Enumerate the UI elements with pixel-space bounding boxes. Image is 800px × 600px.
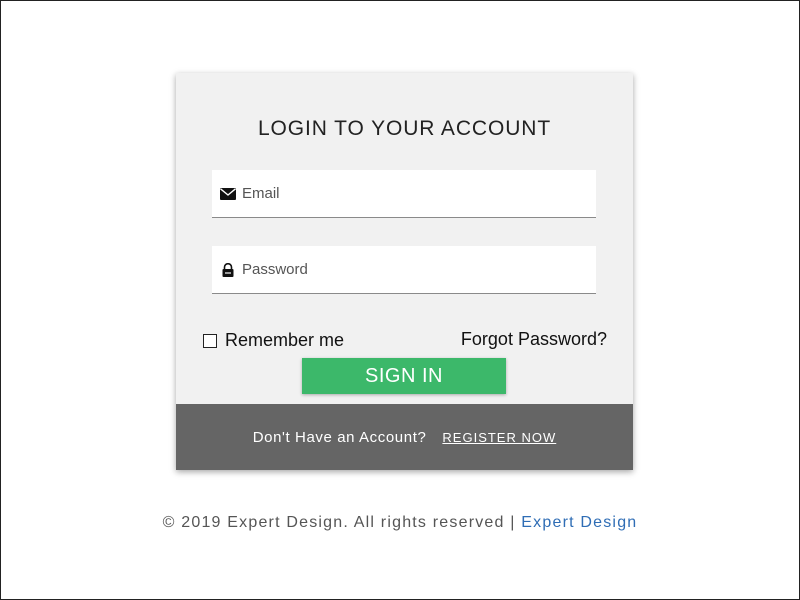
envelope-icon bbox=[220, 188, 236, 200]
lock-icon bbox=[222, 263, 234, 277]
remember-checkbox[interactable] bbox=[203, 333, 217, 348]
register-band: Don't Have an Account? REGISTER NOW bbox=[176, 404, 633, 470]
login-card: LOGIN TO YOUR ACCOUNT Remember me Forgot… bbox=[176, 73, 633, 470]
password-input[interactable] bbox=[242, 246, 582, 292]
register-prompt: Don't Have an Account? bbox=[252, 428, 427, 446]
register-link[interactable]: REGISTER NOW bbox=[442, 430, 556, 445]
email-field[interactable] bbox=[212, 170, 596, 218]
forgot-password-link[interactable]: Forgot Password? bbox=[461, 329, 607, 350]
remember-me[interactable]: Remember me bbox=[203, 330, 344, 351]
page-footer: © 2019 Expert Design. All rights reserve… bbox=[0, 514, 800, 532]
email-input[interactable] bbox=[242, 170, 582, 216]
login-title: LOGIN TO YOUR ACCOUNT bbox=[257, 117, 552, 140]
remember-label: Remember me bbox=[225, 330, 345, 350]
brand-link[interactable]: Expert Design bbox=[521, 514, 637, 531]
password-field[interactable] bbox=[212, 246, 596, 294]
copyright-text: © 2019 Expert Design. All rights reserve… bbox=[162, 514, 516, 531]
sign-in-button[interactable]: SIGN IN bbox=[302, 358, 506, 394]
